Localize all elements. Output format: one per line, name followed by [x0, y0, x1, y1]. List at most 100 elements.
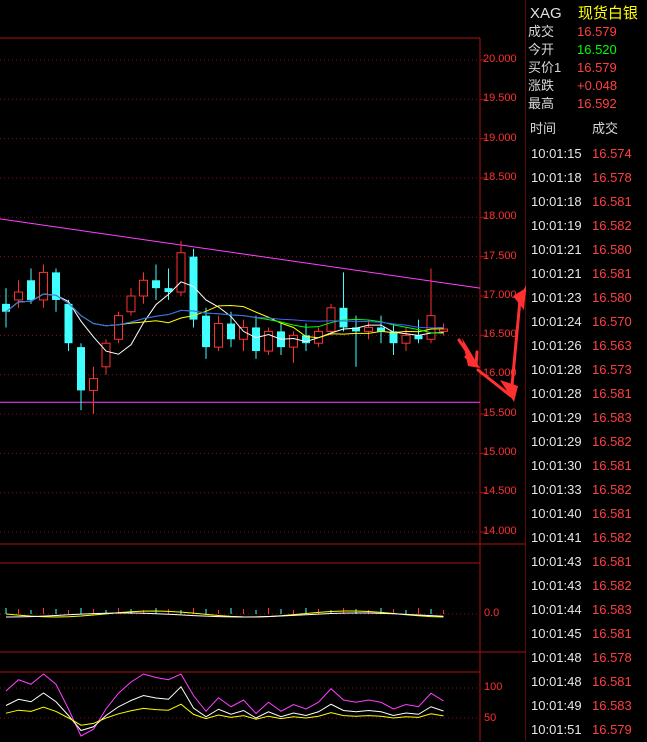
tick-time: 10:01:49	[531, 698, 582, 713]
candle-body	[377, 327, 385, 332]
tick-time: 10:01:28	[531, 386, 582, 401]
candle-body	[101, 342, 111, 368]
candle-body	[114, 315, 123, 340]
price-axis-label: 19.500	[483, 92, 517, 105]
quote-value: 16.579	[577, 60, 617, 75]
quote-value: 16.520	[577, 42, 617, 57]
quote-row: 最高 16.592	[528, 95, 646, 113]
tick-time: 10:01:30	[531, 458, 582, 473]
tick-time: 10:01:43	[531, 578, 582, 593]
tick-row: 10:01:28 16.573	[531, 358, 646, 382]
candle-body	[252, 327, 260, 352]
tick-price: 16.580	[592, 242, 632, 257]
tick-price: 16.581	[592, 266, 632, 281]
price-axis-label: 16.500	[483, 328, 517, 341]
price-axis-label: 20.000	[483, 53, 517, 65]
tick-price: 16.573	[592, 362, 632, 377]
price-axis-label: 18.500	[483, 170, 517, 183]
candle-body	[289, 334, 298, 348]
tick-row: 10:01:30 16.581	[531, 454, 646, 478]
tick-time: 10:01:40	[531, 506, 582, 521]
instrument-name: 现货白银	[577, 5, 638, 22]
tick-row: 10:01:28 16.581	[531, 382, 646, 406]
quote-label: 今开	[528, 42, 555, 57]
tick-time: 10:01:18	[531, 170, 582, 185]
tick-row: 10:01:21 16.580	[531, 238, 646, 262]
candle-body	[2, 303, 10, 312]
tick-price: 16.578	[592, 650, 632, 665]
tick-price: 16.563	[592, 338, 632, 353]
ticks-header-price: 成交	[592, 121, 619, 136]
tick-time: 10:01:15	[531, 146, 582, 161]
tick-price: 16.582	[592, 482, 632, 497]
price-chart[interactable]	[0, 0, 526, 741]
quote-row: 涨跌 +0.048	[528, 77, 646, 95]
macd-axis-label: 0.0	[484, 607, 500, 619]
kdj-axis-label: 100	[484, 681, 503, 693]
tick-time: 10:01:51	[531, 722, 582, 737]
tick-price: 16.578	[592, 170, 632, 185]
tick-row: 10:01:24 16.570	[531, 310, 646, 334]
tick-row: 10:01:43 16.582	[531, 574, 646, 598]
candle-body	[77, 347, 85, 391]
candle-body	[27, 280, 35, 300]
tick-time: 10:01:29	[531, 434, 582, 449]
tick-price: 16.581	[592, 674, 632, 689]
candle-body	[14, 291, 23, 301]
quote-label: 涨跌	[528, 78, 555, 93]
candle-body	[364, 326, 373, 332]
tick-row: 10:01:29 16.583	[531, 406, 646, 430]
tick-time: 10:01:21	[531, 266, 582, 281]
price-axis-label: 18.000	[483, 210, 517, 223]
tick-row: 10:01:33 16.582	[531, 478, 646, 502]
tick-row: 10:01:15 16.574	[531, 142, 646, 166]
price-axis-label: 15.500	[483, 406, 517, 419]
tick-price: 16.574	[592, 146, 632, 161]
quote-label: 成交	[528, 24, 555, 39]
candle-body	[414, 335, 423, 340]
candle-body	[126, 295, 136, 313]
tick-row: 10:01:48 16.578	[531, 646, 646, 670]
tick-time: 10:01:48	[531, 650, 582, 665]
price-axis-label: 14.500	[483, 485, 517, 498]
candle-body	[139, 279, 148, 297]
tick-row: 10:01:44 16.583	[531, 598, 646, 622]
tick-price: 16.582	[592, 218, 632, 233]
instrument-code: XAG	[530, 5, 562, 22]
ticks-header-time: 时间	[530, 121, 557, 136]
tick-row: 10:01:45 16.581	[531, 622, 646, 646]
candle-body	[326, 307, 336, 332]
tick-row: 10:01:26 16.563	[531, 334, 646, 358]
kdj-axis-label: 50	[484, 712, 497, 724]
tick-row: 10:01:48 16.581	[531, 670, 646, 694]
tick-time: 10:01:45	[531, 626, 582, 641]
tick-row: 10:01:18 16.581	[531, 190, 646, 214]
candle-body	[439, 328, 448, 332]
tick-price: 16.582	[592, 434, 632, 449]
candle-body	[401, 334, 411, 344]
quote-row: 买价1 16.579	[528, 59, 646, 77]
tick-row: 10:01:41 16.582	[531, 526, 646, 550]
price-axis-label: 17.000	[483, 288, 517, 301]
tick-price: 16.581	[592, 458, 632, 473]
price-axis-label: 17.500	[483, 249, 517, 262]
candle-body	[202, 315, 210, 348]
tick-price: 16.581	[592, 386, 632, 401]
tick-time: 10:01:41	[531, 530, 582, 545]
tick-row: 10:01:23 16.580	[531, 286, 646, 310]
quote-label: 最高	[528, 96, 555, 111]
quote-row: 今开 16.520	[528, 41, 646, 59]
tick-time: 10:01:43	[531, 554, 582, 569]
tick-row: 10:01:19 16.582	[531, 214, 646, 238]
tick-row: 10:01:49 16.583	[531, 694, 646, 718]
trendline-upper	[0, 218, 481, 289]
candle-body	[176, 252, 186, 293]
tick-price: 16.583	[592, 602, 632, 617]
tick-time: 10:01:24	[531, 314, 582, 329]
tick-time: 10:01:44	[531, 602, 582, 617]
quote-value: 16.592	[577, 96, 617, 111]
candle-body	[214, 323, 223, 348]
price-axis-label: 16.000	[483, 367, 517, 380]
tick-time: 10:01:18	[531, 194, 582, 209]
tick-time: 10:01:26	[531, 338, 582, 353]
